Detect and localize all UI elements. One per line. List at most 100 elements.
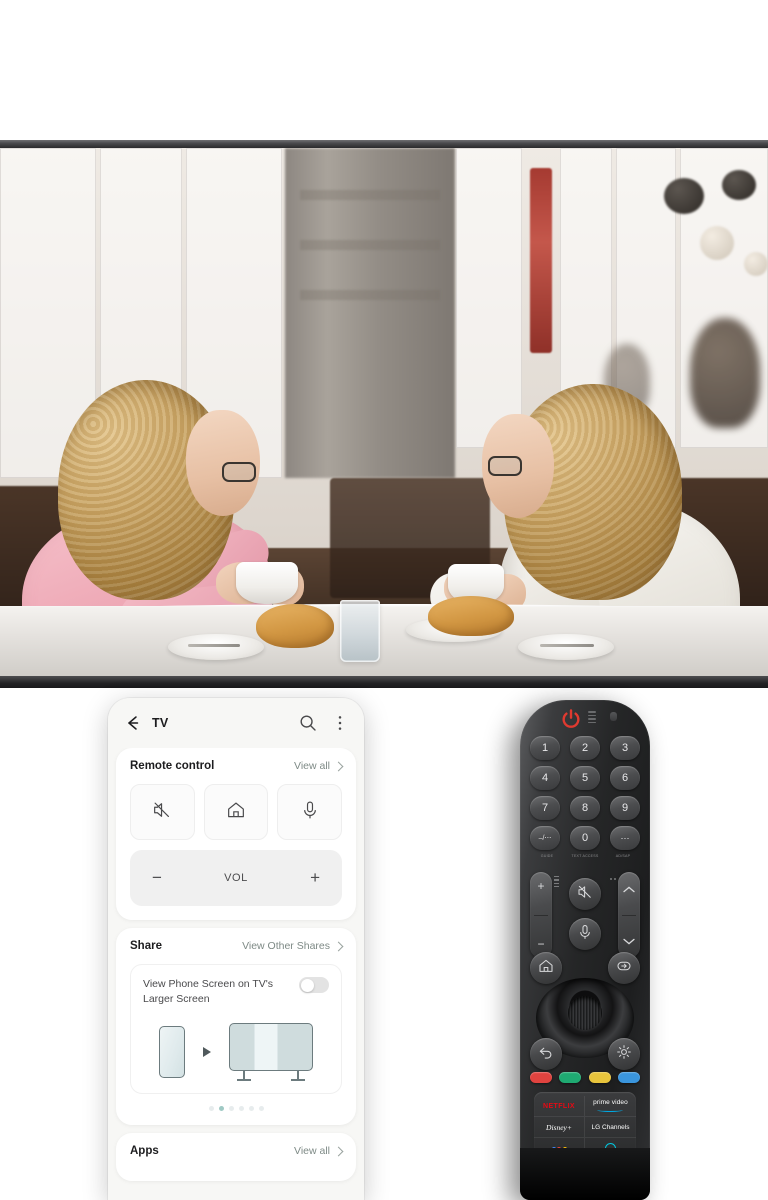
- water-glass: [340, 600, 380, 662]
- key-9[interactable]: 9: [610, 796, 640, 820]
- remote-control-header: Remote control View all: [130, 760, 344, 772]
- red-key[interactable]: [530, 1072, 552, 1083]
- channel-scale-marks: [610, 878, 616, 880]
- guide-caption: GUIDE: [540, 854, 554, 858]
- key-8[interactable]: 8: [570, 796, 600, 820]
- volume-rocker[interactable]: + −: [530, 872, 552, 958]
- mic-button[interactable]: [277, 784, 343, 840]
- share-header: Share View Other Shares: [130, 940, 344, 952]
- key-6[interactable]: 6: [610, 766, 640, 790]
- share-title: Share: [130, 940, 162, 952]
- glasses-icon: [488, 456, 522, 476]
- phone-icon: [159, 1026, 185, 1079]
- prime-video-label: prime video: [593, 1099, 628, 1112]
- apps-view-all[interactable]: View all: [294, 1145, 344, 1158]
- remote-control-view-all[interactable]: View all: [294, 760, 344, 772]
- lg-channels-key[interactable]: LG Channels: [585, 1117, 636, 1138]
- ad-sap-key[interactable]: ⋯: [610, 826, 640, 850]
- chevron-right-icon: [333, 1146, 344, 1157]
- power-icon[interactable]: [560, 708, 582, 730]
- microphone-icon: [299, 799, 321, 826]
- arrow-left-icon[interactable]: [122, 712, 144, 734]
- guide-key[interactable]: –/⋯: [530, 826, 560, 850]
- prime-video-key[interactable]: prime video: [585, 1096, 636, 1117]
- key-5[interactable]: 5: [570, 766, 600, 790]
- key-4[interactable]: 4: [530, 766, 560, 790]
- home-button[interactable]: [203, 784, 269, 840]
- tv-icon: [229, 1023, 313, 1082]
- search-icon[interactable]: [298, 713, 318, 733]
- carousel-dot[interactable]: [208, 1106, 214, 1112]
- wheel-knob[interactable]: [568, 996, 602, 1031]
- netflix-label: NETFLIX: [543, 1102, 575, 1110]
- view-other-shares-link[interactable]: View Other Shares: [242, 940, 344, 952]
- carousel-dot[interactable]: [228, 1106, 234, 1112]
- volume-label: VOL: [224, 872, 248, 884]
- blue-key[interactable]: [617, 1072, 640, 1083]
- tv-bezel-bottom: [0, 676, 768, 688]
- key-2[interactable]: 2: [570, 736, 600, 760]
- carousel-dot[interactable]: [238, 1106, 244, 1112]
- page-title: TV: [152, 716, 169, 730]
- chevron-right-icon: [333, 941, 344, 951]
- remote-home-button[interactable]: [530, 952, 562, 984]
- rocker-area: + −: [528, 872, 642, 964]
- toggle-knob: [300, 978, 314, 992]
- share-item: View Phone Screen on TV's Larger Screen: [130, 964, 342, 1095]
- key-3[interactable]: 3: [610, 736, 640, 760]
- share-card: Share View Other Shares View Phone Scree…: [116, 928, 356, 1126]
- chevron-down-icon: [623, 932, 635, 950]
- remote-mic-button[interactable]: [569, 918, 601, 950]
- more-vertical-icon[interactable]: [330, 713, 350, 733]
- tv-bezel-top: [0, 140, 768, 148]
- home-icon: [225, 799, 247, 826]
- tv-unit: [0, 140, 768, 688]
- led-indicators: [588, 711, 596, 723]
- volume-control: − VOL +: [130, 850, 342, 906]
- remote-back-button[interactable]: [530, 1038, 562, 1070]
- screen-share-toggle[interactable]: [299, 977, 329, 993]
- volume-down-button[interactable]: −: [152, 868, 162, 888]
- remote-settings-button[interactable]: [608, 1038, 640, 1070]
- play-arrow-icon: [203, 1047, 211, 1058]
- netflix-key[interactable]: NETFLIX: [534, 1096, 585, 1117]
- remote-quick-buttons: [130, 784, 343, 840]
- carousel-dot-active[interactable]: [218, 1106, 224, 1112]
- ad-sap-caption: AD/SAP: [615, 854, 631, 858]
- chevron-right-icon: [333, 761, 344, 771]
- remote-input-button[interactable]: [608, 952, 640, 984]
- carousel-dot[interactable]: [248, 1106, 254, 1112]
- disney-plus-label: Disney+: [546, 1122, 572, 1132]
- glasses-icon: [222, 462, 256, 482]
- numeric-keypad: 1 2 3 4 5 6 7 8 9 –/⋯ 0 ⋯ GUIDE TEXT ACC: [530, 736, 640, 858]
- color-keys: [530, 1072, 640, 1083]
- volume-scale-marks: [554, 876, 559, 888]
- carousel-dot[interactable]: [258, 1106, 264, 1112]
- disney-plus-key[interactable]: Disney+: [534, 1117, 585, 1138]
- mute-icon: [576, 883, 594, 906]
- remote-mute-button[interactable]: [569, 878, 601, 910]
- apps-card: Apps View all: [116, 1133, 356, 1182]
- green-key[interactable]: [559, 1072, 582, 1083]
- yellow-key[interactable]: [588, 1072, 611, 1083]
- volume-up-button[interactable]: +: [310, 868, 320, 888]
- share-item-text: View Phone Screen on TV's Larger Screen: [143, 978, 274, 1006]
- tv-screen: [0, 148, 768, 678]
- key-1[interactable]: 1: [530, 736, 560, 760]
- lg-channels-label: LG Channels: [591, 1123, 630, 1131]
- remote-base: [520, 1148, 650, 1200]
- phone-app-overlay: TV Remote control View all − VOL + Share…: [108, 698, 364, 1200]
- view-all-label: View all: [294, 1145, 330, 1158]
- apps-header: Apps View all: [130, 1145, 344, 1158]
- key-7[interactable]: 7: [530, 796, 560, 820]
- gear-icon: [615, 1043, 633, 1066]
- ir-sensor: [610, 712, 617, 721]
- mute-button[interactable]: [130, 784, 195, 840]
- key-0[interactable]: 0: [570, 826, 600, 850]
- keypad-captions: GUIDE TEXT ACCESS AD/SAP: [530, 854, 640, 858]
- channel-rocker[interactable]: [618, 872, 640, 958]
- home-icon: [537, 957, 555, 980]
- mute-icon: [151, 799, 173, 826]
- carousel-dots[interactable]: [130, 1106, 342, 1112]
- chevron-up-icon: [623, 880, 635, 898]
